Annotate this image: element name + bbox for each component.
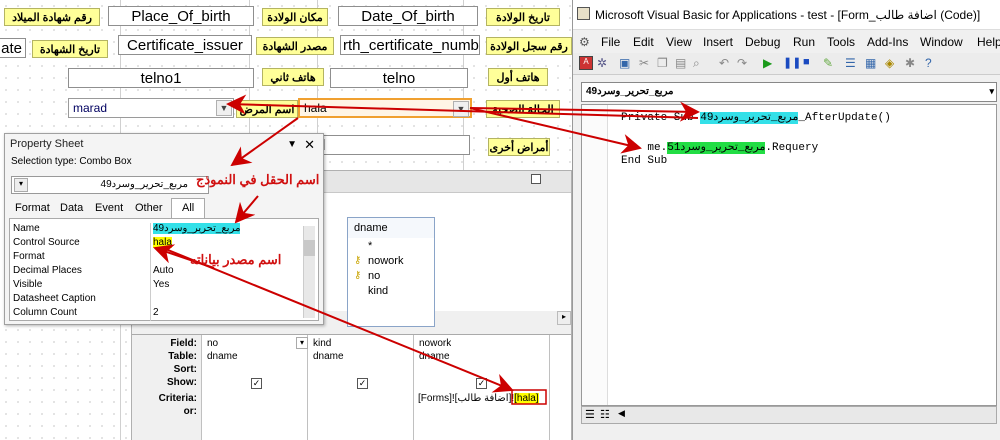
arrow-to-annotation <box>230 117 299 167</box>
arrow-to-name-property <box>234 195 259 224</box>
annotation-data-source: اسم مصدر بياناته <box>190 252 282 267</box>
annotation-arrows <box>153 94 700 405</box>
criteria-box-highlight <box>511 389 547 405</box>
arrow-to-criteria <box>167 249 514 393</box>
annotation-field-name: اسم الحقل في النموذج <box>196 172 320 187</box>
